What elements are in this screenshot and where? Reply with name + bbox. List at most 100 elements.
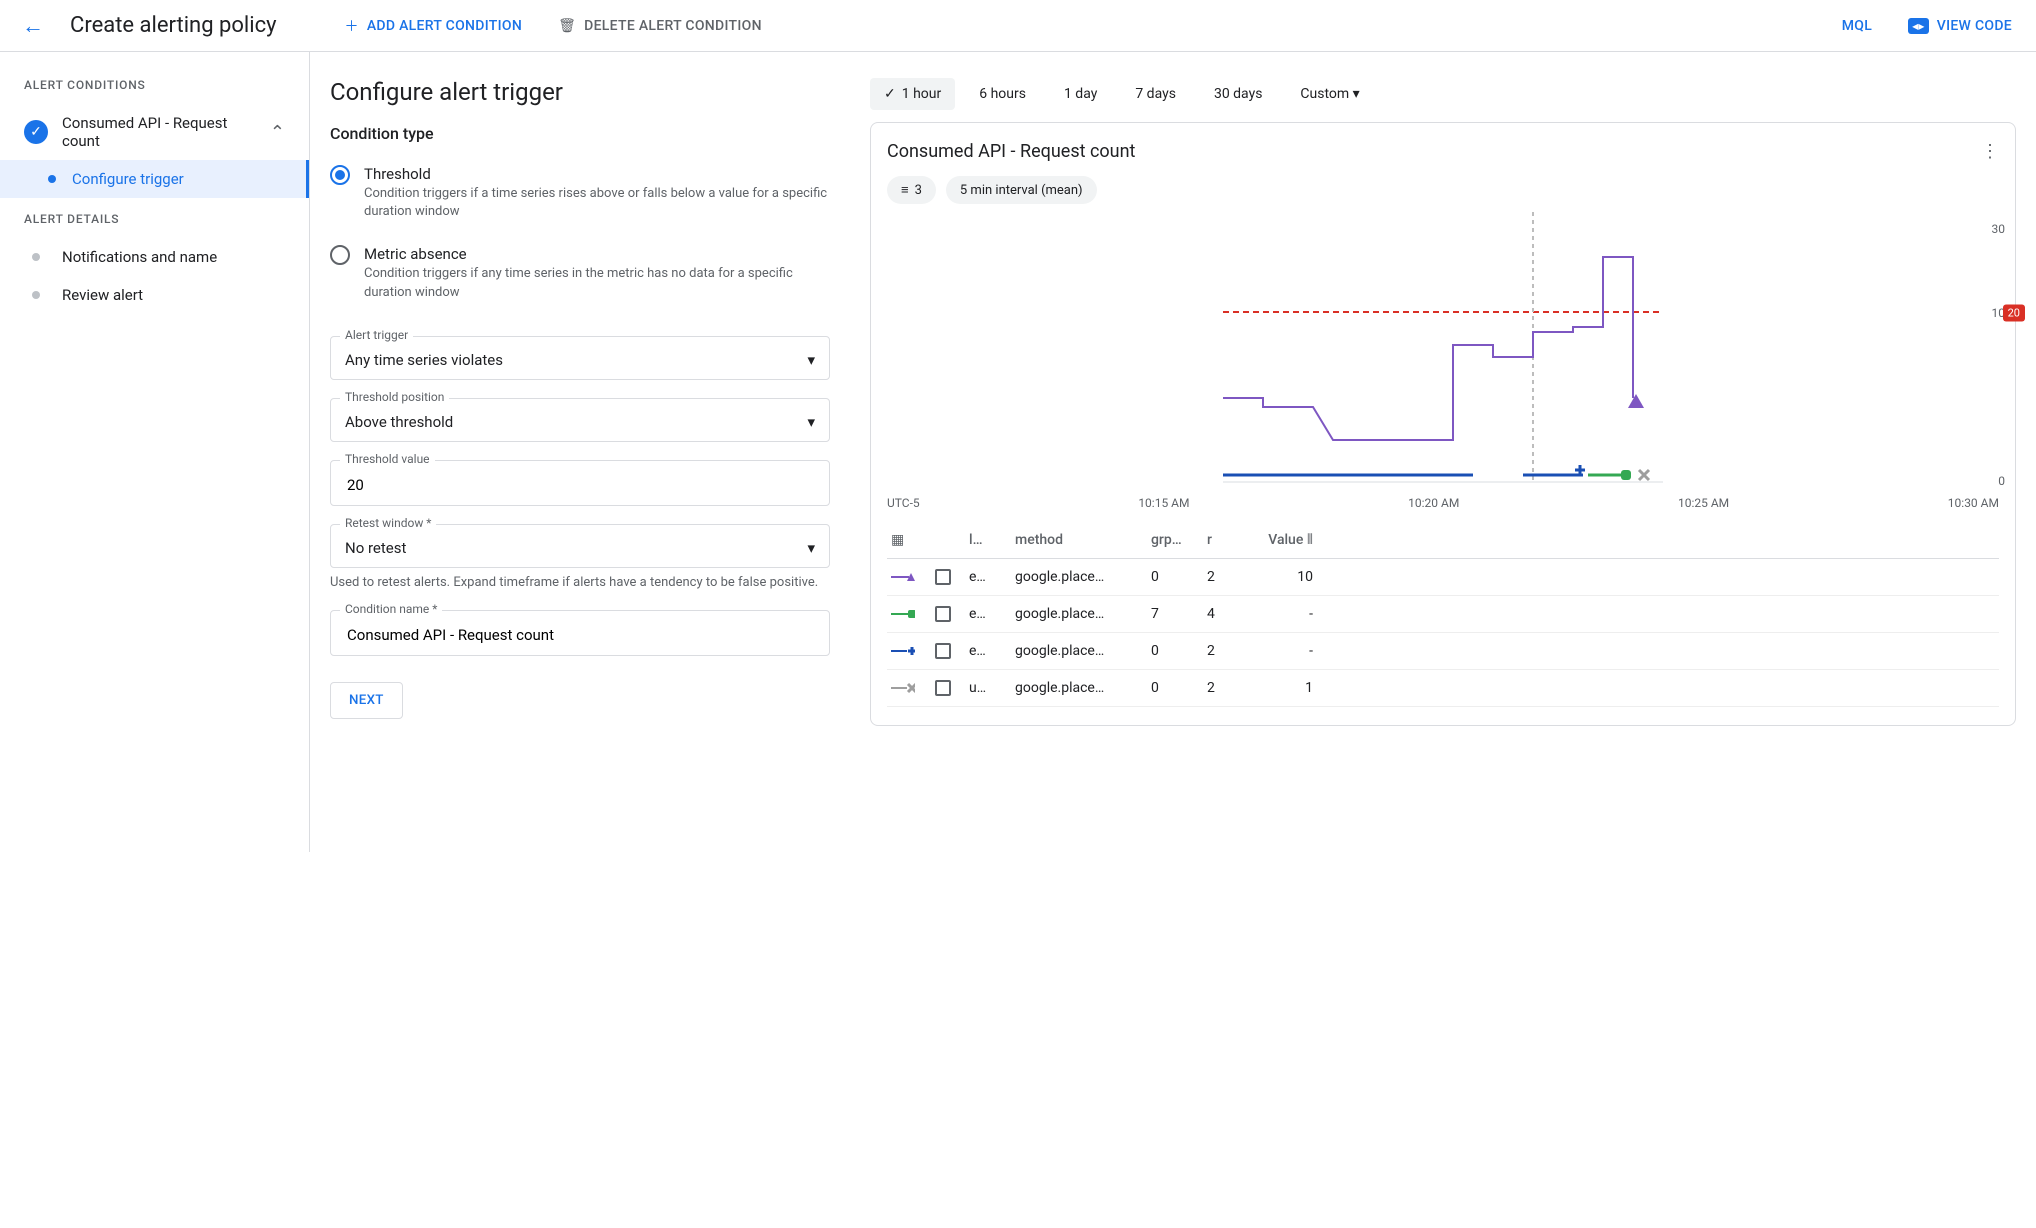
mql-button[interactable]: MQL	[1834, 12, 1880, 40]
step-notifications[interactable]: Notifications and name	[0, 238, 309, 276]
x-tick: 10:20 AM	[1408, 496, 1459, 510]
threshold-value-field[interactable]: Threshold value	[330, 460, 830, 506]
legend-row[interactable]: u… google.place… 0 2 1	[887, 670, 1999, 707]
step-configure-trigger[interactable]: Configure trigger	[0, 160, 309, 198]
series-checkbox[interactable]	[935, 643, 951, 659]
range-1hour[interactable]: ✓1 hour	[870, 78, 955, 110]
series-marker-icon	[891, 682, 915, 694]
cell: 2	[1207, 569, 1237, 585]
range-7days[interactable]: 7 days	[1121, 78, 1190, 110]
x-tick: 10:25 AM	[1678, 496, 1729, 510]
radio-threshold-label: Threshold	[364, 165, 830, 183]
condition-name-field[interactable]: Condition name *	[330, 610, 830, 656]
delete-alert-condition-label: DELETE ALERT CONDITION	[584, 18, 762, 34]
series-marker-icon	[891, 645, 915, 657]
check-circle-icon: ✓	[24, 120, 48, 144]
chevron-down-icon: ▾	[1353, 86, 1360, 102]
cell: e…	[969, 643, 1009, 659]
add-alert-condition-label: ADD ALERT CONDITION	[367, 18, 522, 34]
threshold-position-field[interactable]: Threshold position Above threshold ▾	[330, 398, 830, 442]
chevron-up-icon[interactable]: ⌃	[270, 122, 285, 143]
interval-chip[interactable]: 5 min interval (mean)	[946, 176, 1097, 204]
radio-threshold-input[interactable]	[330, 165, 350, 185]
cell: google.place…	[1015, 643, 1145, 659]
time-range-row: ✓1 hour 6 hours 1 day 7 days 30 days Cus…	[870, 78, 2016, 110]
cell: google.place…	[1015, 569, 1145, 585]
code-icon: ◂▸	[1908, 18, 1929, 34]
chevron-down-icon: ▾	[807, 351, 815, 369]
filter-count: 3	[915, 183, 922, 198]
filter-icon: ≡	[901, 182, 909, 198]
threshold-value-input[interactable]	[345, 475, 815, 495]
retest-window-helper: Used to retest alerts. Expand timeframe …	[330, 574, 830, 592]
cell: 0	[1151, 643, 1201, 659]
legend-row[interactable]: e… google.place… 0 2 -	[887, 633, 1999, 670]
range-custom[interactable]: Custom ▾	[1286, 78, 1373, 110]
section-alert-details: ALERT DETAILS	[0, 206, 309, 238]
threshold-badge: 20	[2003, 304, 2025, 321]
range-custom-label: Custom	[1300, 86, 1349, 102]
alert-trigger-field[interactable]: Alert trigger Any time series violates ▾	[330, 336, 830, 380]
y-tick: 0	[1998, 474, 2005, 488]
step-condition-label: Consumed API - Request count	[62, 114, 256, 150]
legend-icon-header[interactable]: ▦	[891, 532, 929, 548]
step-review[interactable]: Review alert	[0, 276, 309, 314]
range-6hours[interactable]: 6 hours	[965, 78, 1040, 110]
cell: 2	[1207, 680, 1237, 696]
condition-type-label: Condition type	[330, 124, 830, 143]
radio-metric-absence-input[interactable]	[330, 245, 350, 265]
stepper-sidebar: ALERT CONDITIONS ✓ Consumed API - Reques…	[0, 52, 310, 852]
threshold-value-legend: Threshold value	[340, 452, 435, 466]
step-configure-trigger-label: Configure trigger	[72, 170, 184, 188]
chevron-down-icon: ▾	[807, 539, 815, 557]
next-button[interactable]: NEXT	[330, 682, 403, 719]
cell: google.place…	[1015, 606, 1145, 622]
x-axis: UTC-5 10:15 AM 10:20 AM 10:25 AM 10:30 A…	[887, 496, 1999, 510]
cell: 7	[1151, 606, 1201, 622]
filter-chip[interactable]: ≡ 3	[887, 176, 936, 204]
radio-threshold[interactable]: Threshold Condition triggers if a time s…	[330, 157, 830, 237]
range-1day[interactable]: 1 day	[1050, 78, 1111, 110]
series-checkbox[interactable]	[935, 606, 951, 622]
series-marker-icon	[891, 608, 915, 620]
dot-icon	[32, 291, 40, 299]
x-tick: 10:30 AM	[1948, 496, 1999, 510]
radio-metric-absence-help: Condition triggers if any time series in…	[364, 265, 830, 301]
cell: 4	[1207, 606, 1237, 622]
alert-trigger-legend: Alert trigger	[340, 328, 413, 342]
cell: -	[1243, 643, 1313, 659]
more-vert-icon[interactable]: ⋮	[1981, 141, 1999, 162]
chart-area: 30 10 0 20	[887, 212, 1999, 492]
cell: 10	[1243, 569, 1313, 585]
condition-name-input[interactable]	[345, 625, 815, 645]
retest-window-value: No retest	[345, 539, 406, 557]
delete-alert-condition-button[interactable]: 🗑 DELETE ALERT CONDITION	[550, 12, 770, 40]
form-heading: Configure alert trigger	[330, 78, 830, 106]
x-tick: 10:15 AM	[1138, 496, 1189, 510]
series-checkbox[interactable]	[935, 680, 951, 696]
chevron-down-icon: ▾	[807, 413, 815, 431]
timezone-label: UTC-5	[887, 496, 920, 510]
radio-metric-absence[interactable]: Metric absence Condition triggers if any…	[330, 237, 830, 317]
series-checkbox[interactable]	[935, 569, 951, 585]
col-method: method	[1015, 532, 1145, 548]
step-condition[interactable]: ✓ Consumed API - Request count ⌃	[0, 104, 309, 160]
check-icon: ✓	[884, 86, 896, 102]
back-arrow-icon[interactable]: ←	[16, 7, 50, 45]
view-code-button[interactable]: ◂▸ VIEW CODE	[1900, 12, 2020, 40]
chart-title: Consumed API - Request count	[887, 141, 1135, 162]
add-alert-condition-button[interactable]: ＋ ADD ALERT CONDITION	[337, 10, 531, 42]
legend-row[interactable]: e… google.place… 7 4 -	[887, 596, 1999, 633]
range-30days[interactable]: 30 days	[1200, 78, 1276, 110]
step-notifications-label: Notifications and name	[62, 248, 217, 266]
retest-window-field[interactable]: Retest window * No retest ▾ Used to rete…	[330, 524, 830, 592]
radio-threshold-help: Condition triggers if a time series rise…	[364, 185, 830, 221]
alert-trigger-value: Any time series violates	[345, 351, 503, 369]
columns-icon[interactable]: ⦀	[1307, 532, 1313, 548]
cell: 2	[1207, 643, 1237, 659]
section-alert-conditions: ALERT CONDITIONS	[0, 72, 309, 104]
preview-panel: ✓1 hour 6 hours 1 day 7 days 30 days Cus…	[850, 52, 2036, 852]
legend-row[interactable]: e… google.place… 0 2 10	[887, 559, 1999, 596]
plus-icon: ＋	[345, 16, 359, 36]
cell: -	[1243, 606, 1313, 622]
